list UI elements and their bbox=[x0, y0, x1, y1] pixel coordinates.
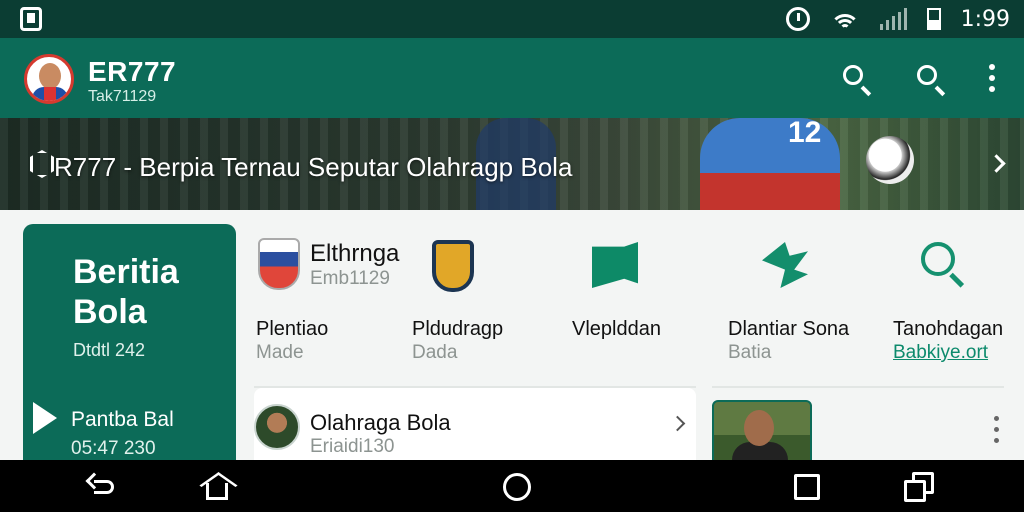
more-vert-icon[interactable] bbox=[992, 416, 1002, 446]
divider bbox=[712, 386, 1004, 388]
chevron-right-icon[interactable] bbox=[987, 152, 1010, 178]
category-label-1[interactable]: Plentiao bbox=[256, 318, 328, 341]
home-outline-icon[interactable] bbox=[203, 472, 233, 502]
battery-icon bbox=[926, 8, 941, 30]
app-subtitle: Tak71129 bbox=[88, 88, 157, 105]
recents-icon[interactable] bbox=[792, 472, 822, 502]
windows-icon[interactable] bbox=[904, 472, 934, 502]
status-bar: 1:99 bbox=[0, 0, 1024, 38]
main-content: Beritia Bola Dtdtl 242 Pantba Bal 05:47 … bbox=[0, 210, 1024, 460]
more-vert-icon[interactable] bbox=[983, 62, 1001, 94]
app-title: ER777 bbox=[88, 56, 177, 87]
status-icons: 1:99 bbox=[785, 4, 1010, 34]
category-sub-1: Made bbox=[256, 342, 304, 363]
category-sub-4: Batia bbox=[728, 342, 772, 363]
avatar bbox=[254, 404, 300, 450]
category-label-4[interactable]: Dlantiar Sona bbox=[728, 318, 849, 341]
banner-title: R777 - Berpia Ternau Seputar Olahragp Bo… bbox=[54, 152, 573, 182]
featured-date: Dtdtl 242 bbox=[73, 340, 146, 360]
wifi-icon bbox=[829, 8, 860, 30]
app-bar: ER777 Tak71129 bbox=[0, 38, 1024, 118]
featured-card[interactable]: Beritia Bola Dtdtl 242 Pantba Bal 05:47 … bbox=[23, 224, 236, 460]
green-swirl-icon[interactable] bbox=[762, 242, 808, 288]
home-circle-icon[interactable] bbox=[502, 472, 532, 502]
club-badge-icon[interactable] bbox=[258, 238, 300, 290]
list-item[interactable]: Olahraga Bola Eriaidi130 bbox=[254, 388, 696, 460]
search-icon[interactable] bbox=[840, 62, 872, 94]
alarm-icon bbox=[785, 7, 810, 31]
category-sub-2: Dada bbox=[412, 342, 458, 363]
category-subtitle: Emb1129 bbox=[310, 268, 390, 289]
category-link-5[interactable]: Babkiye.ort bbox=[893, 342, 988, 364]
list-item-title: Olahraga Bola bbox=[310, 410, 451, 435]
category-label-2[interactable]: Pldudragp bbox=[412, 318, 503, 341]
notification-icon bbox=[20, 7, 42, 31]
green-flag-icon[interactable] bbox=[592, 242, 638, 288]
featured-title: Beritia Bola bbox=[73, 253, 179, 331]
list-item-subtitle: Eriaidi130 bbox=[310, 436, 395, 457]
chevron-right-icon[interactable] bbox=[669, 414, 688, 434]
search-icon[interactable] bbox=[914, 62, 946, 94]
back-icon[interactable] bbox=[90, 472, 120, 502]
news-thumbnail[interactable] bbox=[712, 400, 812, 460]
club-crest-icon[interactable] bbox=[432, 240, 474, 292]
avatar[interactable] bbox=[24, 54, 74, 104]
category-label-3[interactable]: Vleplddan bbox=[572, 318, 661, 341]
featured-item-time: 05:47 230 bbox=[71, 438, 156, 459]
green-search-icon[interactable] bbox=[921, 242, 955, 276]
category-label-5[interactable]: Tanohdagan bbox=[893, 318, 1003, 341]
system-nav-bar bbox=[0, 460, 1024, 512]
jersey-number: 12 bbox=[788, 116, 822, 149]
signal-icon bbox=[879, 8, 907, 30]
football-icon bbox=[866, 136, 914, 184]
play-icon[interactable] bbox=[33, 402, 59, 434]
category-title: Elthrnga bbox=[310, 240, 400, 267]
hero-banner[interactable]: R777 - Berpia Ternau Seputar Olahragp Bo… bbox=[0, 118, 1024, 210]
status-time: 1:99 bbox=[960, 6, 1010, 32]
featured-item-title: Pantba Bal bbox=[71, 408, 174, 431]
